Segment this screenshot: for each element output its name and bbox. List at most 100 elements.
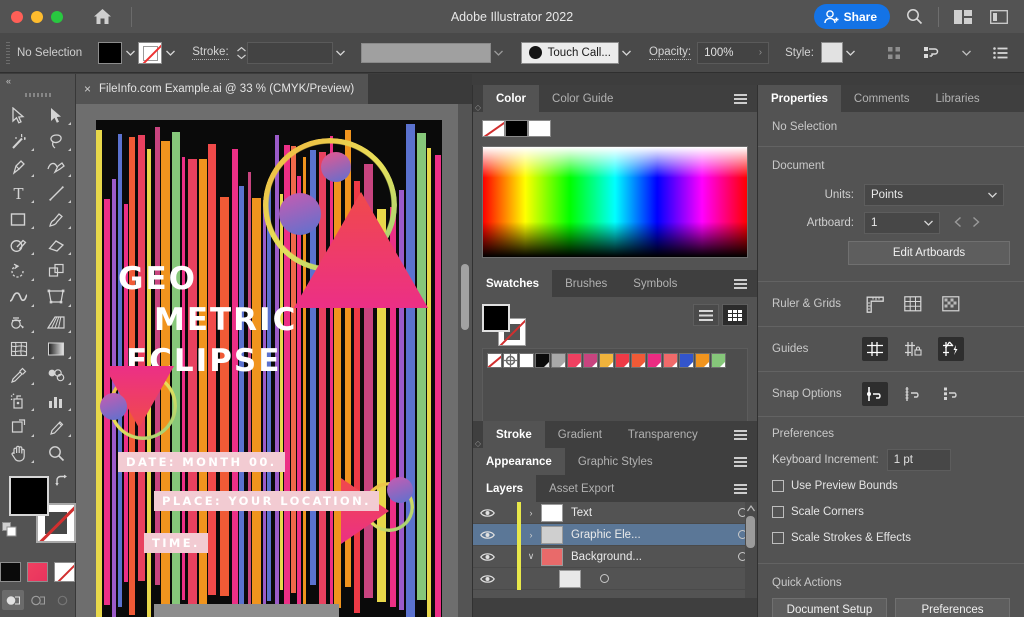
home-icon[interactable]	[89, 4, 115, 30]
maximize-window-button[interactable]	[51, 10, 63, 23]
keyboard-increment-input[interactable]: 1 pt	[886, 449, 951, 471]
fill-chevron-down-icon[interactable]	[122, 42, 138, 64]
brush-chevron-down-icon[interactable]	[619, 42, 635, 64]
transform-options-icon[interactable]	[920, 41, 944, 65]
scale-strokes-effects-row[interactable]: Scale Strokes & Effects	[758, 525, 1024, 551]
show-grid-icon[interactable]	[900, 292, 926, 316]
tab-swatches[interactable]: Swatches	[473, 270, 553, 297]
canvas-vertical-scrollbar[interactable]	[458, 104, 472, 617]
variable-width-profile-select[interactable]	[360, 42, 491, 63]
eyedropper-tool[interactable]	[0, 362, 38, 388]
free-transform-tool[interactable]	[38, 284, 76, 310]
style-chevron-down-icon[interactable]	[843, 42, 859, 64]
target-icon[interactable]	[589, 574, 619, 583]
opacity-expand-icon[interactable]: ›	[759, 47, 762, 58]
color-panel-grip[interactable]: ◇	[473, 103, 483, 112]
gradient-tool[interactable]	[38, 336, 76, 362]
workspace-switcher-icon[interactable]	[987, 5, 1011, 29]
brush-definition-select[interactable]: Touch Call...	[520, 41, 619, 64]
tab-properties[interactable]: Properties	[758, 85, 841, 112]
swatch-white[interactable]	[519, 353, 534, 368]
twirl-icon[interactable]: ›	[521, 530, 541, 540]
use-preview-bounds-row[interactable]: Use Preview Bounds	[758, 473, 1024, 499]
stroke-weight-input[interactable]	[246, 41, 333, 64]
toolbar-grip[interactable]	[0, 88, 75, 102]
swatch-green[interactable]	[711, 353, 726, 368]
color-mode-none[interactable]	[54, 562, 75, 582]
swatches-fill-swatch[interactable]	[482, 304, 510, 332]
swatch-grid[interactable]	[482, 348, 748, 424]
eye-icon[interactable]	[473, 530, 501, 540]
next-artboard-icon[interactable]	[972, 216, 980, 230]
direct-selection-tool[interactable]	[38, 102, 76, 128]
tab-appearance[interactable]: Appearance	[473, 448, 565, 475]
eye-icon[interactable]	[473, 574, 501, 584]
swatch-amber[interactable]	[695, 353, 710, 368]
shape-builder-tool[interactable]	[0, 310, 38, 336]
layer-row[interactable]: › Text	[473, 501, 757, 524]
tab-color-guide[interactable]: Color Guide	[539, 85, 627, 112]
grid-view-icon[interactable]	[722, 304, 748, 326]
stroke-weight-chevron-down-icon[interactable]	[333, 42, 349, 64]
swatch-none[interactable]	[487, 353, 502, 368]
rotate-tool[interactable]	[0, 258, 38, 284]
width-tool[interactable]	[0, 284, 38, 310]
mesh-tool[interactable]	[0, 336, 38, 362]
layer-row[interactable]: › Graphic Ele...	[473, 523, 757, 546]
tab-libraries[interactable]: Libraries	[922, 85, 993, 112]
snap-to-pixel-icon[interactable]	[938, 382, 964, 406]
color-chip-black[interactable]	[505, 120, 528, 137]
line-segment-tool[interactable]	[38, 180, 76, 206]
layer-list[interactable]: › Text › Graphic Ele... ∨ Background...	[473, 501, 757, 590]
swatch-yellow-orange[interactable]	[599, 353, 614, 368]
scale-corners-checkbox[interactable]	[772, 506, 784, 518]
graphic-style-swatch[interactable]	[820, 42, 843, 63]
tab-brushes[interactable]: Brushes	[552, 270, 621, 297]
previous-artboard-icon[interactable]	[954, 216, 962, 230]
artboard[interactable]: GEO METRIC ECLIPSE DATE: MONTH 00. PLACE…	[96, 120, 442, 617]
stroke-panel-grip[interactable]: ◇	[473, 439, 483, 448]
tab-transparency[interactable]: Transparency	[614, 421, 711, 448]
layers-scrollbar[interactable]	[745, 502, 757, 598]
twirl-icon[interactable]: ›	[521, 508, 541, 518]
stroke-panel-menu-icon[interactable]	[724, 421, 757, 448]
swatch-black[interactable]	[535, 353, 550, 368]
width-profile-chevron-down-icon[interactable]	[491, 42, 507, 64]
selection-tool[interactable]	[0, 102, 38, 128]
swatch-registration[interactable]	[503, 353, 518, 368]
default-fill-stroke-icon[interactable]	[2, 522, 17, 540]
share-button[interactable]: Share	[813, 4, 890, 29]
use-preview-bounds-checkbox[interactable]	[772, 480, 784, 492]
lock-guides-icon[interactable]	[900, 337, 926, 361]
swatch-blue[interactable]	[679, 353, 694, 368]
opacity-label[interactable]: Opacity:	[648, 46, 692, 60]
symbol-sprayer-tool[interactable]	[0, 388, 38, 414]
blend-tool[interactable]	[38, 362, 76, 388]
swatch-red-pink[interactable]	[567, 353, 582, 368]
scale-strokes-effects-checkbox[interactable]	[772, 532, 784, 544]
tab-gradient[interactable]: Gradient	[544, 421, 615, 448]
curvature-tool[interactable]	[38, 154, 76, 180]
layer-row[interactable]	[473, 567, 757, 590]
swatches-panel-menu-icon[interactable]	[724, 270, 757, 297]
tab-asset-export[interactable]: Asset Export	[536, 475, 628, 502]
tab-graphic-styles[interactable]: Graphic Styles	[564, 448, 666, 475]
window-controls[interactable]	[0, 10, 63, 23]
color-chip-white[interactable]	[528, 120, 551, 137]
stroke-chevron-down-icon[interactable]	[162, 42, 178, 64]
color-panel-menu-icon[interactable]	[724, 85, 757, 112]
slice-tool[interactable]	[38, 414, 76, 440]
tab-symbols[interactable]: Symbols	[620, 270, 691, 297]
color-spectrum[interactable]	[482, 146, 748, 258]
hand-tool[interactable]	[0, 440, 38, 466]
appearance-panel-menu-icon[interactable]	[724, 448, 757, 475]
tab-stroke[interactable]: Stroke	[483, 421, 545, 448]
collapse-toolbar-icon[interactable]: «	[0, 74, 75, 88]
rectangle-tool[interactable]	[0, 206, 38, 232]
document-tab[interactable]: × FileInfo.com Example.ai @ 33 % (CMYK/P…	[76, 74, 369, 104]
swap-fill-stroke-icon[interactable]	[55, 474, 69, 491]
swatch-pink[interactable]	[647, 353, 662, 368]
scale-tool[interactable]	[38, 258, 76, 284]
lasso-tool[interactable]	[38, 128, 76, 154]
document-setup-button[interactable]: Document Setup	[772, 598, 887, 617]
